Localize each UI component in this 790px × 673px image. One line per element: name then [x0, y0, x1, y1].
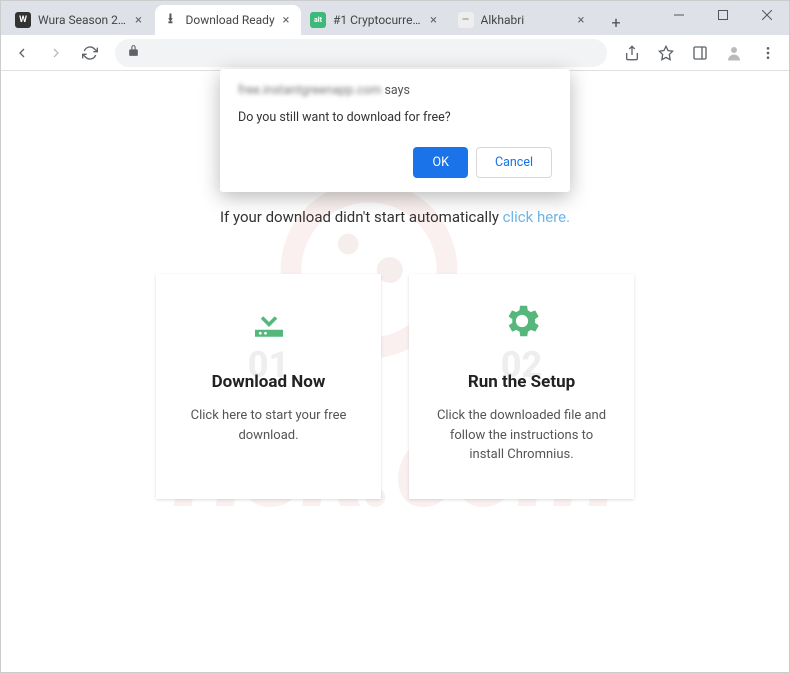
tab-favicon-0: W	[15, 12, 31, 28]
dialog-cancel-button[interactable]: Cancel	[476, 147, 552, 178]
tab-title-3: Alkhabri	[481, 13, 571, 27]
dialog-origin-line: free.instantgreenapp.com says	[238, 83, 552, 98]
window-minimize-button[interactable]	[657, 1, 701, 29]
bookmark-button[interactable]	[651, 38, 681, 68]
toolbar	[1, 35, 789, 71]
tab-3[interactable]: — Alkhabri ×	[450, 5, 597, 35]
card-body-2: Click the downloaded file and follow the…	[431, 406, 612, 465]
tab-favicon-2: alt	[310, 12, 326, 28]
click-here-link[interactable]: click here.	[503, 208, 570, 226]
side-panel-button[interactable]	[685, 38, 715, 68]
new-tab-button[interactable]: +	[603, 9, 629, 35]
profile-button[interactable]	[719, 38, 749, 68]
tab-0[interactable]: W Wura Season 2 Download ×	[7, 5, 154, 35]
download-icon	[248, 300, 290, 346]
card-run-setup: 02 Run the Setup Click the downloaded fi…	[409, 274, 634, 499]
gear-icon	[501, 300, 543, 346]
card-body-1: Click here to start your free download.	[178, 406, 359, 445]
address-bar[interactable]	[115, 39, 607, 67]
subtitle-text: If your download didn't start automatica…	[220, 208, 503, 226]
card-download-now[interactable]: 01 Download Now Click here to start your…	[156, 274, 381, 499]
page-subtitle: If your download didn't start automatica…	[2, 208, 788, 226]
tab-close-2[interactable]: ×	[427, 13, 441, 27]
tab-close-3[interactable]: ×	[574, 13, 588, 27]
tab-2[interactable]: alt #1 Cryptocurrency Analytics ×	[302, 5, 449, 35]
tab-close-1[interactable]: ×	[279, 13, 293, 27]
card-title-2: Run the Setup	[468, 372, 575, 392]
window-close-button[interactable]	[745, 1, 789, 29]
tab-title-2: #1 Cryptocurrency Analytics	[333, 13, 423, 27]
dialog-message: Do you still want to download for free?	[238, 110, 552, 125]
dialog-ok-button[interactable]: OK	[413, 147, 467, 178]
reload-button[interactable]	[75, 38, 105, 68]
tab-favicon-3: —	[458, 12, 474, 28]
card-title-1: Download Now	[212, 372, 326, 392]
back-button[interactable]	[7, 38, 37, 68]
tab-title-1: Download Ready	[186, 13, 276, 27]
lock-icon	[127, 44, 140, 61]
download-icon: ⭳	[163, 12, 179, 28]
tab-1[interactable]: ⭳ Download Ready ×	[155, 5, 302, 35]
forward-button[interactable]	[41, 38, 71, 68]
dialog-says: says	[384, 83, 410, 98]
dialog-origin: free.instantgreenapp.com	[238, 83, 381, 98]
javascript-dialog: free.instantgreenapp.com says Do you sti…	[220, 69, 570, 192]
chrome-menu-button[interactable]	[753, 38, 783, 68]
share-button[interactable]	[617, 38, 647, 68]
tab-close-0[interactable]: ×	[132, 13, 146, 27]
window-maximize-button[interactable]	[701, 1, 745, 29]
tab-title-0: Wura Season 2 Download	[38, 13, 128, 27]
